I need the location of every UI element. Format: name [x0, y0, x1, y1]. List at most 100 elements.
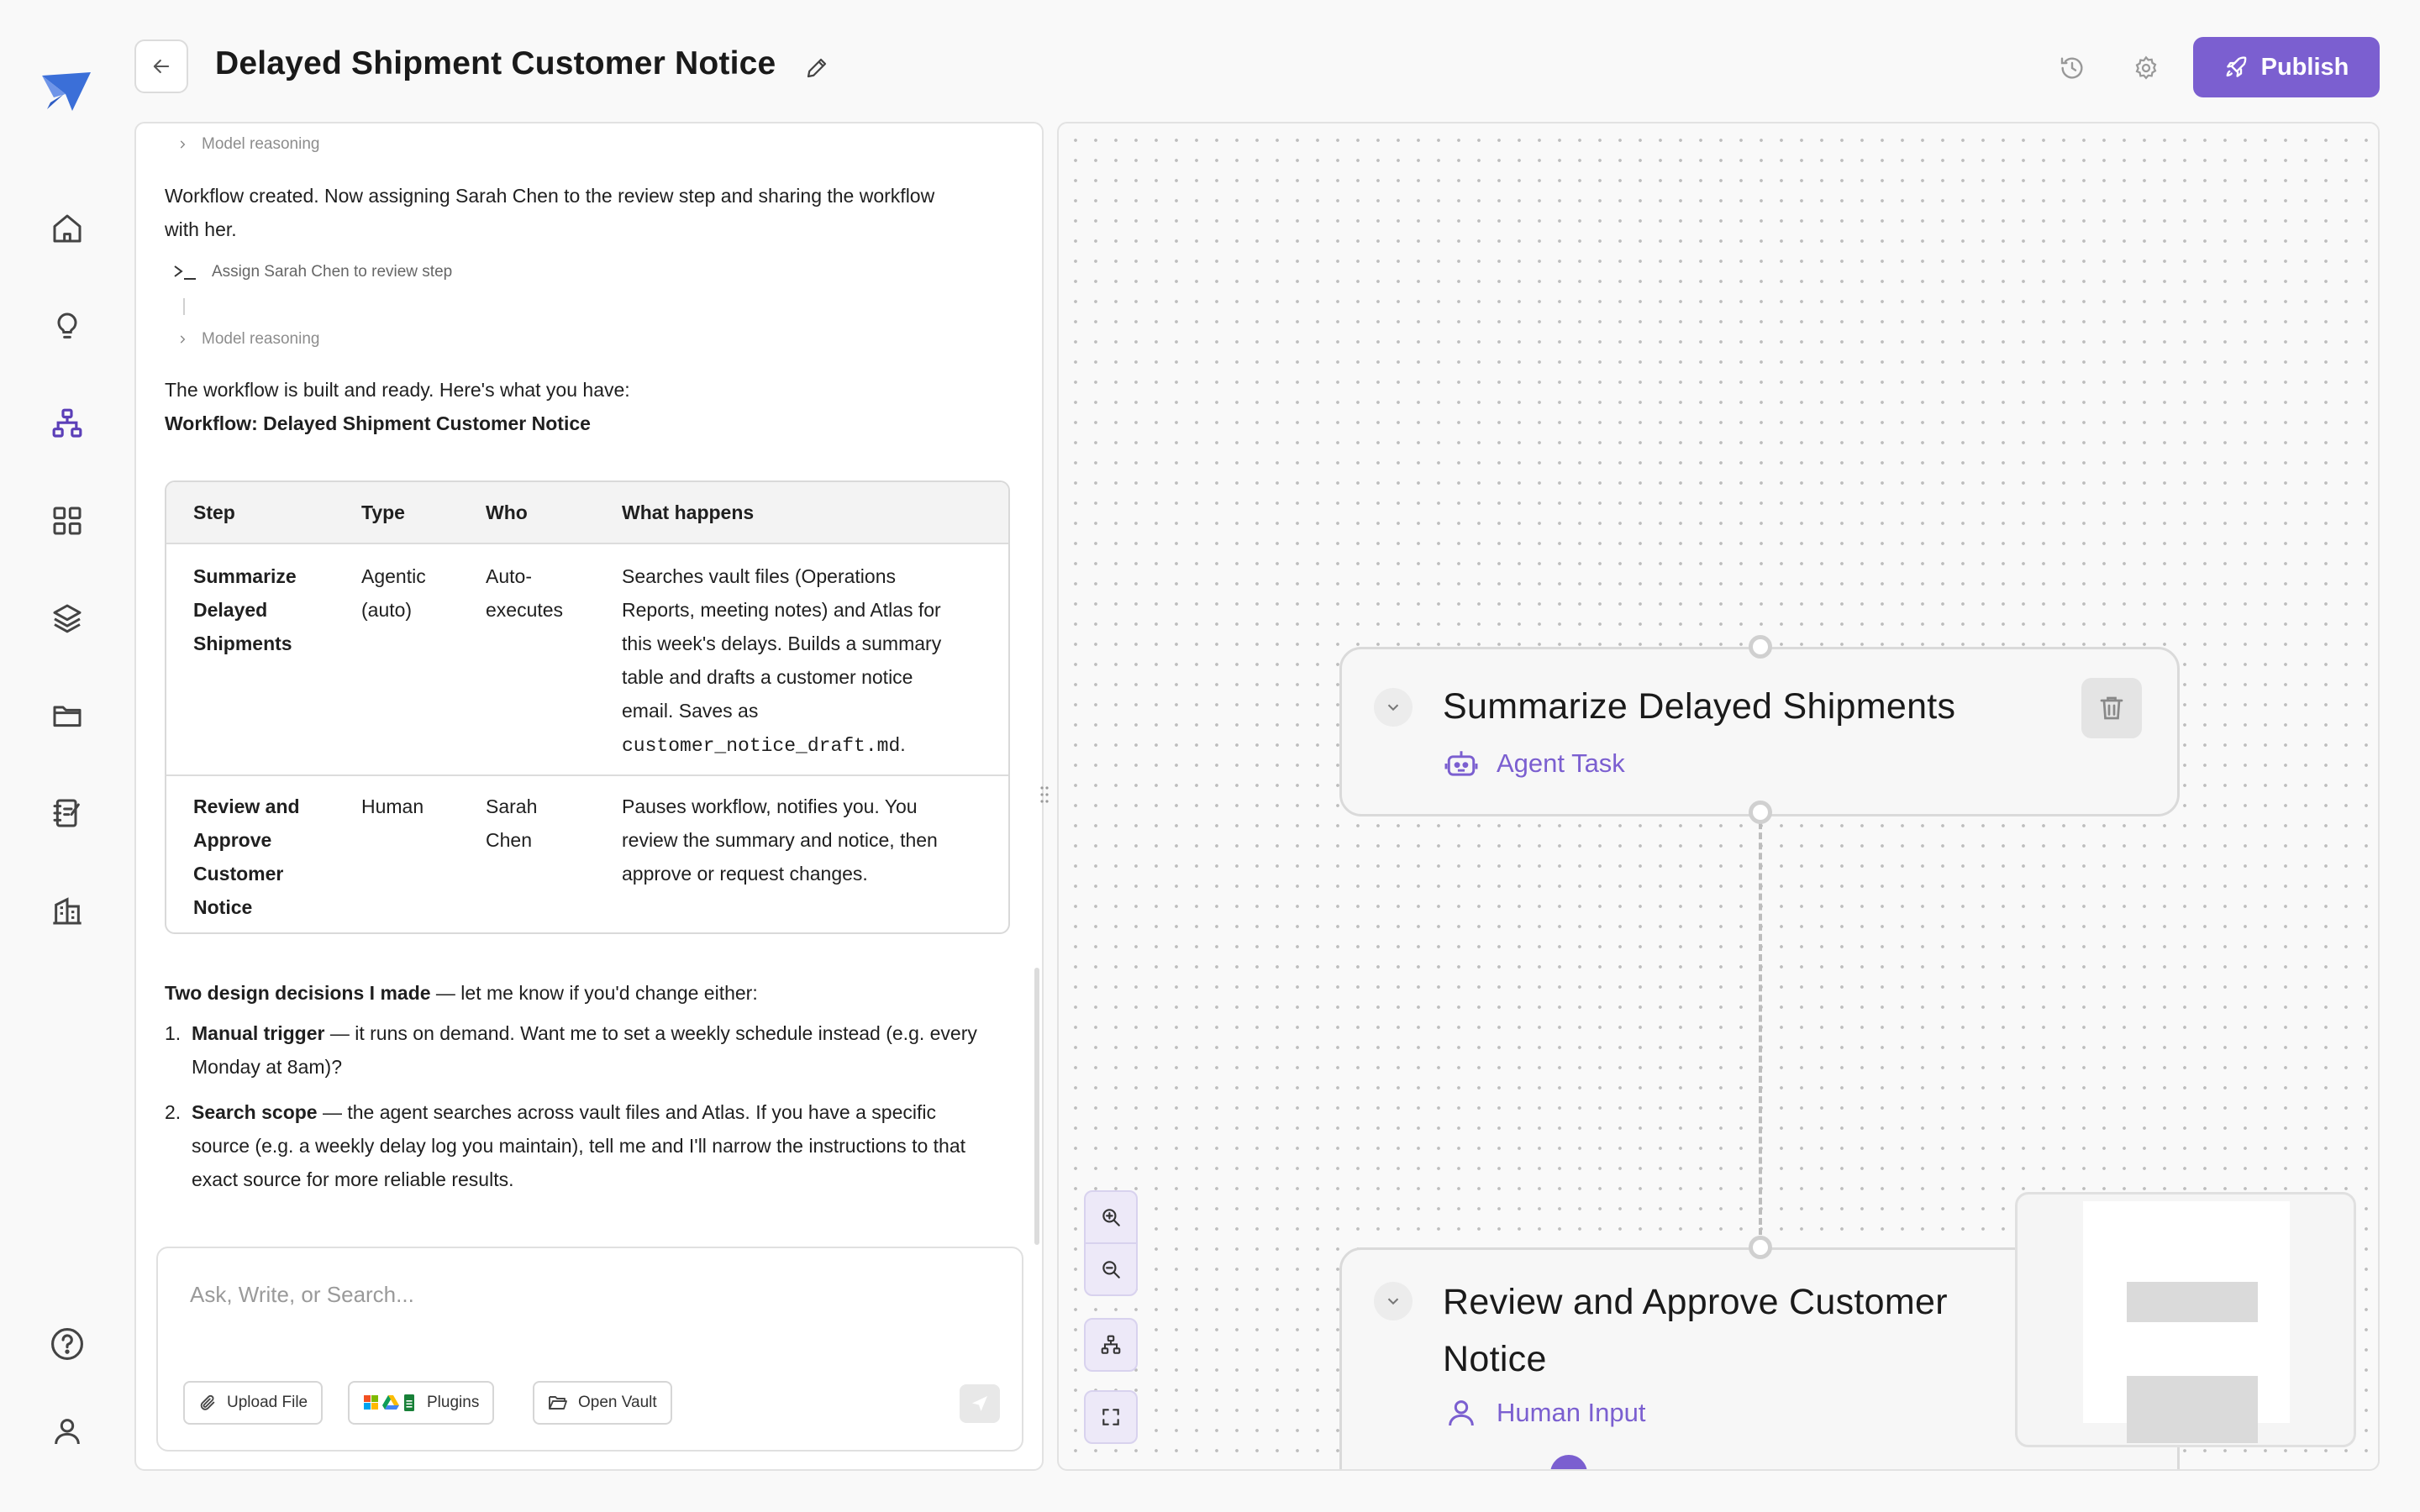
workflow-icon — [52, 408, 82, 438]
paperclip-icon — [200, 1394, 215, 1410]
reasoning-toggle[interactable]: Model reasoning — [176, 135, 319, 154]
type-cell: Human — [361, 790, 424, 823]
node-output-port[interactable] — [1749, 801, 1772, 824]
help-icon — [51, 1328, 83, 1360]
table-header: Step Type Who What happens — [166, 482, 1008, 544]
minimap[interactable] — [2015, 1192, 2356, 1447]
node-input-port[interactable] — [1749, 635, 1772, 659]
fit-view-button[interactable] — [1084, 1390, 1138, 1444]
cell-line: Delayed — [193, 599, 268, 621]
sidebar-item-notes[interactable] — [37, 783, 97, 843]
chat-scrollbar[interactable] — [1034, 968, 1039, 1245]
sidebar-item-ideas[interactable] — [37, 296, 97, 356]
gear-icon — [2135, 55, 2157, 80]
who-cell: Auto- executes — [486, 559, 563, 627]
workflow-canvas[interactable]: Summarize Delayed Shipments Agent Task R… — [1057, 122, 2380, 1471]
composer: Ask, Write, or Search... Upload File Plu… — [156, 1247, 1023, 1452]
open-vault-button[interactable]: Open Vault — [533, 1381, 672, 1425]
minimap-node — [2127, 1376, 2258, 1443]
cell-line: Sarah — [486, 795, 538, 817]
cell-line: review the summary and notice, then — [622, 829, 938, 851]
back-button[interactable] — [134, 39, 188, 93]
message-line: with her. — [165, 218, 237, 240]
cell-line: Customer — [193, 863, 284, 885]
decision-bold: Search scope — [192, 1101, 318, 1123]
sidebar-item-workflows[interactable] — [37, 393, 97, 454]
delete-node-button[interactable] — [2081, 678, 2142, 738]
folder-open-icon — [549, 1396, 567, 1410]
notebook-icon — [53, 799, 80, 827]
user-icon — [55, 1419, 80, 1445]
plugins-button[interactable]: Plugins — [348, 1381, 495, 1425]
trash-icon — [2100, 696, 2123, 720]
app-logo[interactable] — [39, 69, 94, 116]
person-icon — [1449, 1400, 1474, 1426]
table-row: Review and Approve Customer Notice Human… — [166, 776, 1008, 932]
node-input-port[interactable] — [1749, 1236, 1772, 1259]
drag-handle-icon — [1040, 786, 1049, 803]
workflow-heading: Workflow: Delayed Shipment Customer Noti… — [165, 412, 591, 434]
cell-line: Approve — [193, 829, 272, 851]
decision-line: source (e.g. a weekly delay log you main… — [192, 1135, 966, 1157]
assignee-avatar[interactable] — [1550, 1455, 1587, 1469]
column-header: Step — [193, 501, 235, 523]
minimap-node — [2127, 1282, 2258, 1322]
home-icon — [53, 214, 82, 243]
cell-line: Auto- — [486, 565, 532, 587]
cell-line: Chen — [486, 829, 532, 851]
history-button[interactable] — [2052, 48, 2092, 88]
decisions-heading: Two design decisions I made — [165, 982, 431, 1004]
collapse-toggle[interactable] — [1374, 1282, 1413, 1320]
sidebar-item-files[interactable] — [37, 685, 97, 746]
send-button[interactable] — [960, 1384, 1000, 1423]
upload-label: Upload File — [227, 1394, 308, 1411]
cell-line: Reports, meeting notes) and Atlas for — [622, 599, 941, 621]
type-cell: Agentic (auto) — [361, 559, 426, 627]
pencil-icon — [807, 58, 827, 78]
header: Delayed Shipment Customer Notice Publish — [134, 0, 2420, 122]
decision-line: exact source for more reliable results. — [192, 1168, 514, 1190]
sidebar-item-apps[interactable] — [37, 491, 97, 551]
send-icon — [972, 1396, 987, 1411]
zoom-in-button[interactable] — [1084, 1190, 1138, 1244]
robot-icon — [1444, 751, 1478, 776]
message-line: Workflow created. Now assigning Sarah Ch… — [165, 185, 935, 207]
sidebar-item-layers[interactable] — [37, 588, 97, 648]
settings-button[interactable] — [2126, 48, 2166, 88]
cell-line: Pauses workflow, notifies you. You — [622, 795, 918, 817]
sidebar-item-home[interactable] — [37, 198, 97, 259]
tool-call[interactable]: Assign Sarah Chen to review step — [173, 263, 452, 281]
help-button[interactable] — [37, 1314, 97, 1374]
chevron-right-icon — [180, 335, 186, 344]
sidebar-item-organization[interactable] — [37, 880, 97, 941]
what-cell: Pauses workflow, notifies you. You revie… — [622, 790, 992, 890]
layers-icon — [53, 604, 82, 633]
upload-file-button[interactable]: Upload File — [183, 1381, 324, 1425]
rename-button[interactable] — [798, 50, 835, 87]
workflow-table: Step Type Who What happens Summarize Del… — [165, 480, 1010, 934]
composer-input[interactable]: Ask, Write, or Search... — [190, 1282, 414, 1308]
profile-button[interactable] — [37, 1401, 97, 1462]
fit-view-icon — [1102, 1409, 1119, 1425]
panel-resize-handle[interactable] — [1040, 785, 1049, 805]
zoom-out-icon — [1102, 1261, 1120, 1278]
who-cell: Sarah Chen — [486, 790, 537, 857]
cell-line: email. Saves as — [622, 700, 759, 722]
zoom-out-button[interactable] — [1084, 1242, 1138, 1296]
collapse-toggle[interactable] — [1374, 688, 1413, 727]
node-title: Review and Approve Customer Notice — [1443, 1273, 1948, 1388]
chat-panel: Model reasoning Workflow created. Now as… — [134, 122, 1044, 1471]
cell-line: Review and — [193, 795, 300, 817]
cell-line: this week's delays. Builds a summary — [622, 633, 942, 654]
arrow-left-icon — [153, 59, 170, 74]
cell-line: approve or request changes. — [622, 863, 868, 885]
decisions-rest: — let me know if you'd change either: — [430, 982, 758, 1004]
workflow-node-agent-task[interactable]: Summarize Delayed Shipments Agent Task — [1339, 647, 2180, 816]
reasoning-toggle[interactable]: Model reasoning — [176, 330, 319, 349]
node-title-line: Notice — [1443, 1339, 1547, 1379]
auto-layout-button[interactable] — [1084, 1318, 1138, 1372]
publish-button[interactable]: Publish — [2193, 37, 2380, 97]
vault-label: Open Vault — [578, 1394, 657, 1411]
what-cell: Searches vault files (Operations Reports… — [622, 559, 992, 763]
plugins-icon — [364, 1394, 414, 1411]
